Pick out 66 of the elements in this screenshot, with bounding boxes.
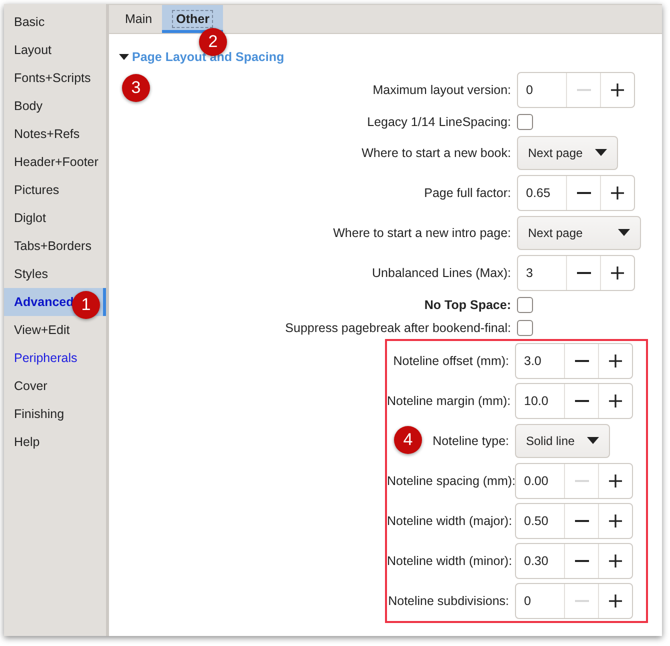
- checkbox[interactable]: [517, 114, 533, 130]
- field-label: Noteline width (minor):: [387, 554, 512, 568]
- spin-box[interactable]: 0: [517, 72, 635, 108]
- sidebar-item[interactable]: Layout: [4, 36, 106, 64]
- spin-value: 10.0: [523, 394, 550, 408]
- checkbox[interactable]: [517, 296, 533, 312]
- field-label: Noteline width (major):: [387, 514, 512, 528]
- field-label: Where to start a new intro page:: [333, 226, 511, 240]
- sidebar-item[interactable]: Cover: [4, 372, 106, 400]
- expand-triangle-icon[interactable]: [119, 52, 129, 62]
- spin-value: 0.00: [523, 474, 550, 488]
- caret-icon: [594, 149, 607, 157]
- minus-icon[interactable]: [574, 520, 588, 522]
- spin-box[interactable]: 0.00: [515, 463, 633, 499]
- spin-box[interactable]: 0.50: [515, 503, 633, 539]
- spin-value: 3.0: [523, 354, 542, 368]
- spin-value: 0.30: [523, 554, 550, 568]
- field-label: Where to start a new book:: [362, 146, 511, 160]
- spin-box[interactable]: 3: [517, 255, 635, 291]
- sidebar-item[interactable]: Finishing: [4, 400, 106, 428]
- sidebar-item[interactable]: View+Edit: [4, 316, 106, 344]
- minus-icon[interactable]: [576, 272, 590, 274]
- field-label: Noteline type:: [432, 434, 509, 448]
- sidebar-item[interactable]: Help: [4, 428, 106, 456]
- field-label: No Top Space:: [424, 298, 511, 312]
- tab[interactable]: Other: [162, 5, 224, 33]
- field-label: Suppress pagebreak after bookend-final:: [285, 320, 511, 334]
- field-label: Unbalanced Lines (Max):: [372, 266, 511, 280]
- minus-icon[interactable]: [574, 560, 588, 562]
- minus-icon[interactable]: [574, 400, 588, 402]
- spin-value: 0: [525, 83, 534, 97]
- field-label: Page full factor:: [424, 186, 511, 200]
- spin-value: 3: [525, 266, 534, 280]
- field-label: Noteline margin (mm):: [387, 394, 511, 408]
- minus-icon[interactable]: [576, 192, 590, 194]
- minus-icon[interactable]: [574, 360, 588, 362]
- field-label: Noteline spacing (mm):: [387, 474, 516, 488]
- field-label: Noteline offset (mm):: [393, 354, 509, 368]
- spin-box[interactable]: 3.0: [515, 343, 633, 379]
- field-label: Maximum layout version:: [372, 83, 511, 97]
- sidebar-item[interactable]: Header+Footer: [4, 148, 106, 176]
- sidebar-item[interactable]: Basic: [4, 8, 106, 36]
- sidebar-item[interactable]: Peripherals: [4, 344, 106, 372]
- dropdown[interactable]: Solid line: [515, 424, 610, 458]
- sidebar-item[interactable]: Diglot: [4, 204, 106, 232]
- sidebar-item[interactable]: Notes+Refs: [4, 120, 106, 148]
- sidebar-item[interactable]: Tabs+Borders: [4, 232, 106, 260]
- field-label: Noteline subdivisions:: [388, 594, 509, 608]
- spin-box[interactable]: 0.65: [517, 175, 635, 211]
- caret-icon: [618, 229, 630, 237]
- spin-box[interactable]: 10.0: [515, 383, 633, 419]
- dropdown[interactable]: Next page: [517, 136, 618, 170]
- spin-value: 0: [523, 594, 532, 608]
- dropdown[interactable]: Next page: [517, 216, 641, 250]
- spin-value: 0.65: [525, 186, 552, 200]
- spin-box[interactable]: 0.30: [515, 543, 633, 579]
- field-label: Legacy 1/14 LineSpacing:: [367, 114, 511, 128]
- sidebar-item[interactable]: Fonts+Scripts: [4, 64, 106, 92]
- caret-icon: [586, 437, 599, 445]
- tab[interactable]: Main: [115, 5, 162, 33]
- checkbox[interactable]: [517, 320, 533, 336]
- sidebar-item[interactable]: Pictures: [4, 176, 106, 204]
- spin-value: 0.50: [523, 514, 550, 528]
- spin-box[interactable]: 0: [515, 583, 633, 619]
- sidebar-item[interactable]: Body: [4, 92, 106, 120]
- sidebar-item[interactable]: Styles: [4, 260, 106, 288]
